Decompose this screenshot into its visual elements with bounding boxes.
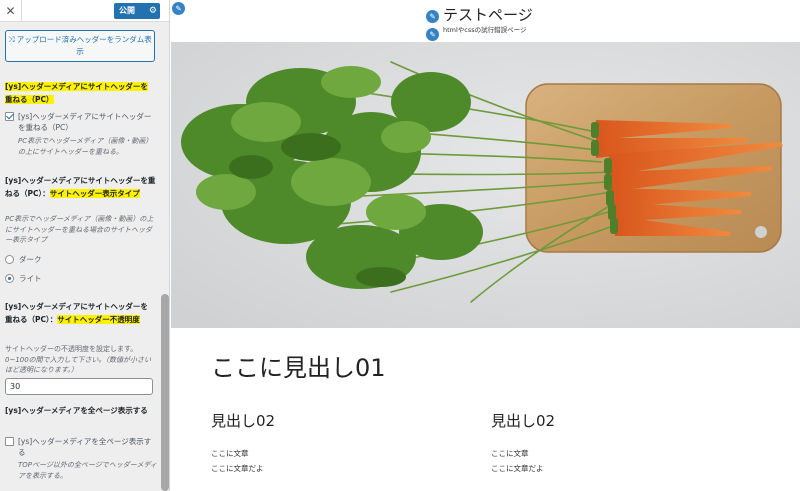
radio-light-label: ライト xyxy=(19,274,42,283)
close-icon: ✕ xyxy=(5,4,16,18)
radio-dark-label: ダーク xyxy=(19,255,42,264)
main-heading: ここに見出し01 xyxy=(211,354,386,382)
radio-light[interactable] xyxy=(5,274,14,283)
column-2-text-2: ここに文章だよ xyxy=(491,464,544,473)
publish-button[interactable]: 公開 ⚙ xyxy=(114,3,160,19)
radio-dark[interactable] xyxy=(5,255,14,264)
edit-title-pencil-icon[interactable]: ✎ xyxy=(426,10,439,23)
shuffle-icon: ⤨ xyxy=(8,35,15,44)
all-pages-section-title: [ys]ヘッダーメディアを全ページ表示する xyxy=(5,406,148,415)
randomize-label: アップロード済みヘッダーをランダム表示 xyxy=(16,35,152,56)
opacity-description: サイトヘッダーの不透明度を設定します。 0~100の間で入力して下さい。（数値が… xyxy=(5,345,151,374)
header-type-description: PC表示でヘッダーメディア（画像・動画）の上にサイトヘッダーを重ねる場合のサイト… xyxy=(5,215,154,244)
site-description: htmlやcssの試行錯誤ページ xyxy=(443,26,527,34)
all-pages-description: TOPページ以外の全ページでヘッダーメディアを表示する。 xyxy=(18,461,157,480)
gear-icon[interactable]: ⚙ xyxy=(149,3,157,19)
all-pages-checkbox[interactable] xyxy=(5,437,14,446)
header-type-section-title: [ys]ヘッダーメディアにサイトヘッダーを重ねる（PC）：サイトヘッダー表示タイ… xyxy=(5,176,156,198)
publish-label: 公開 xyxy=(119,6,135,15)
column-2-text-1: ここに文章 xyxy=(491,449,529,458)
edit-description-pencil-icon[interactable]: ✎ xyxy=(426,28,439,41)
overlay-checkbox-label: [ys]ヘッダーメディアにサイトヘッダーを重ねる（PC） xyxy=(18,112,152,132)
sidebar-scrollbar-thumb[interactable] xyxy=(161,294,169,491)
edit-header-pencil-icon[interactable]: ✎ xyxy=(172,2,185,15)
opacity-input[interactable] xyxy=(5,378,153,395)
customizer-sidebar: ✕ 公開 ⚙ ⤨ アップロード済みヘッダーをランダム表示 [ys]ヘッダーメディア… xyxy=(0,0,170,491)
site-title[interactable]: テストページ xyxy=(443,5,533,25)
overlay-section-title: [ys]ヘッダーメディアにサイトヘッダーを重ねる（PC） xyxy=(5,82,148,104)
column-1-heading: 見出し02 xyxy=(211,412,276,430)
opacity-section-title: [ys]ヘッダーメディアにサイトヘッダーを重ねる（PC）：サイトヘッダー不透明度 xyxy=(5,302,148,324)
column-1-text-1: ここに文章 xyxy=(211,449,249,458)
column-1-text-2: ここに文章だよ xyxy=(211,464,264,473)
column-2-heading: 見出し02 xyxy=(491,412,556,430)
randomize-header-button[interactable]: ⤨ アップロード済みヘッダーをランダム表示 xyxy=(5,30,155,62)
customizer-topbar: ✕ 公開 ⚙ xyxy=(0,0,169,22)
overlay-description: PC表示でヘッダーメディア（画像・動画）の上にサイトヘッダーを重ねる。 xyxy=(18,137,153,156)
header-media-image xyxy=(171,42,800,328)
close-button[interactable]: ✕ xyxy=(0,0,22,22)
overlay-checkbox[interactable] xyxy=(5,112,14,121)
all-pages-checkbox-label: [ys]ヘッダーメディアを全ページ表示する xyxy=(18,437,152,457)
site-preview: ✎ ✎ ✎ テストページ htmlやcssの試行錯誤ページ ここに見出し01 見… xyxy=(171,0,800,491)
